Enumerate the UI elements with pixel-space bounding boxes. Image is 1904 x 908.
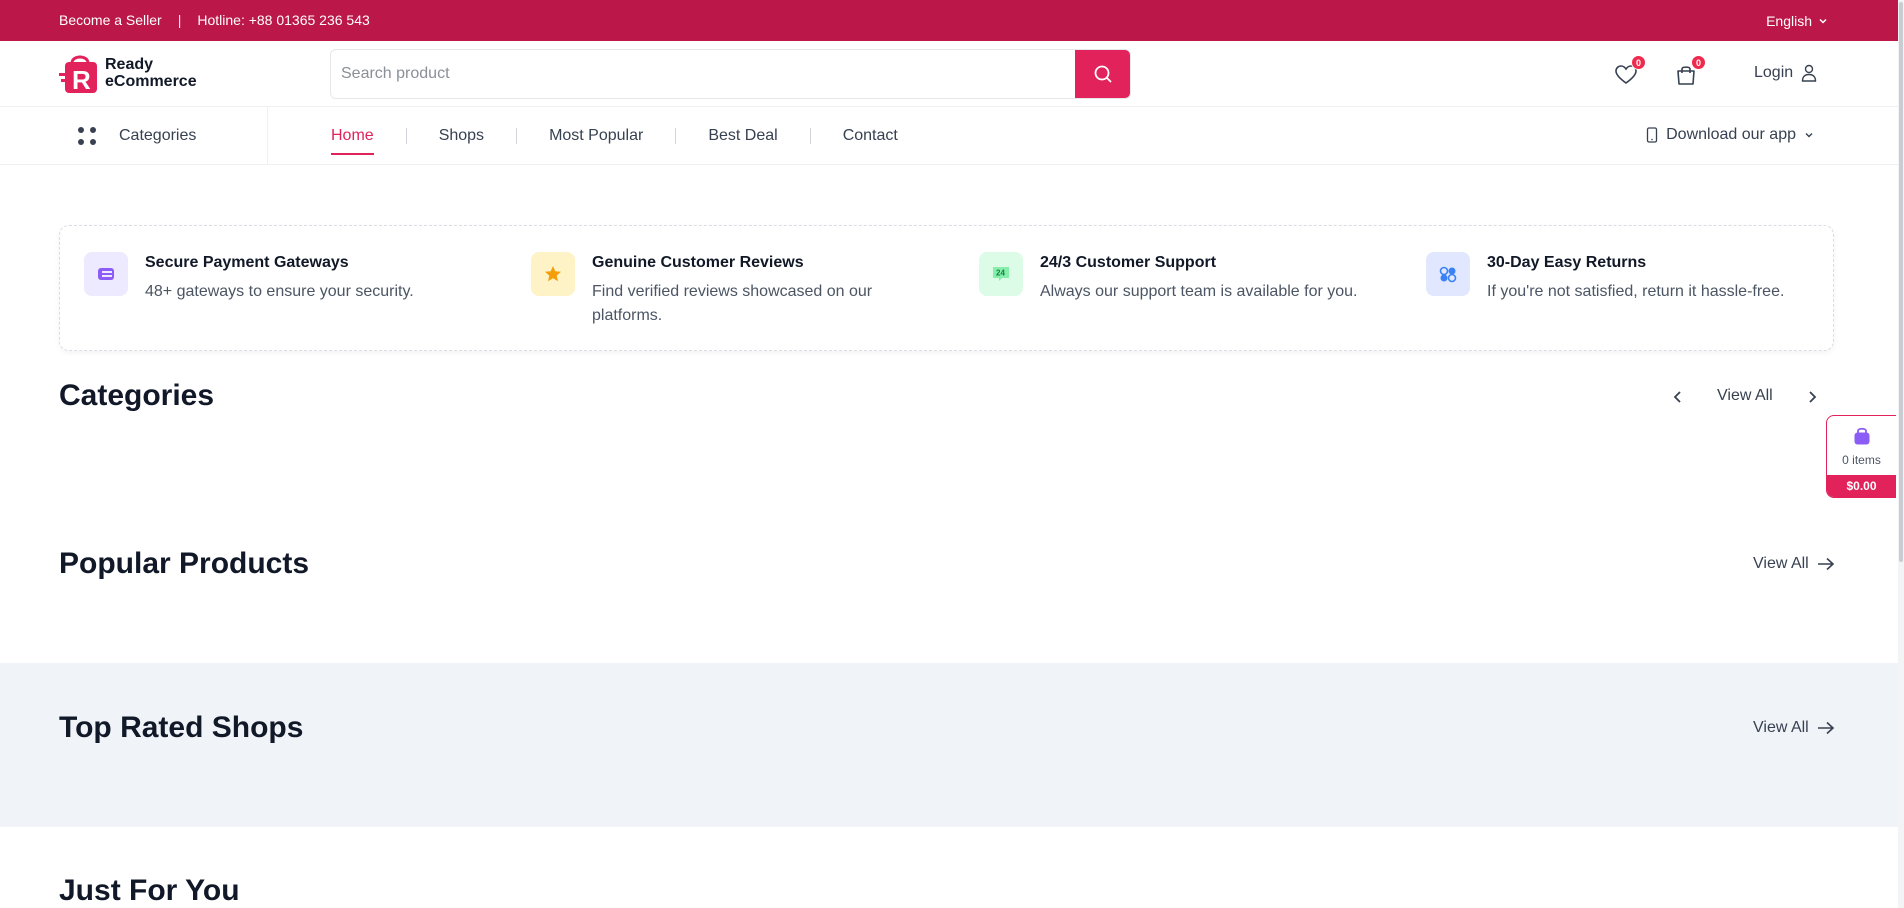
feature-title: Genuine Customer Reviews [592, 254, 804, 271]
download-app-button[interactable]: Download our app [1646, 126, 1814, 144]
feature-item: 30-Day Easy Returns If you're not satisf… [1426, 252, 1847, 304]
search-button[interactable] [1075, 50, 1130, 98]
categories-view-all-link[interactable]: View All [1717, 387, 1773, 405]
returns-icon [1426, 252, 1470, 296]
view-all-label: View All [1717, 387, 1773, 404]
download-app-label: Download our app [1666, 126, 1796, 143]
svg-text:24: 24 [996, 269, 1005, 278]
star-icon [531, 252, 575, 296]
categories-prev-button[interactable] [1668, 387, 1688, 407]
nav-item-contact[interactable]: Contact [843, 127, 898, 145]
nav-item-most-popular[interactable]: Most Popular [549, 127, 643, 145]
logo-line2: eCommerce [105, 73, 197, 90]
grid-dots-icon [78, 126, 96, 145]
feature-desc: Find verified reviews showcased on our p… [592, 283, 873, 324]
feature-desc: 48+ gateways to ensure your security. [145, 283, 414, 300]
floating-cart-count: 0 items [1842, 453, 1881, 467]
language-label: English [1766, 13, 1812, 29]
feature-item: Genuine Customer Reviews Find verified r… [531, 252, 912, 328]
feature-item: 24 24/3 Customer Support Always our supp… [979, 252, 1400, 304]
top-bar: Become a Seller | Hotline: +88 01365 236… [0, 0, 1898, 41]
categories-menu-button[interactable]: Categories [0, 107, 268, 164]
feature-desc: If you're not satisfied, return it hassl… [1487, 283, 1785, 300]
chevron-right-icon [1809, 391, 1817, 403]
wishlist-count-badge: 0 [1631, 55, 1646, 70]
chevron-down-icon [1805, 133, 1813, 138]
view-all-label: View All [1753, 719, 1809, 736]
search-bar [330, 49, 1131, 99]
support-24-icon: 24 [979, 252, 1023, 296]
feature-title: 30-Day Easy Returns [1487, 254, 1647, 271]
nav-divider [809, 127, 811, 144]
user-icon [1801, 64, 1817, 82]
nav-divider [405, 127, 407, 144]
search-icon [1094, 65, 1112, 83]
feature-desc: Always our support team is available for… [1040, 283, 1358, 300]
page-scrollbar[interactable] [1898, 0, 1904, 908]
nav-item-best-deal[interactable]: Best Deal [708, 127, 777, 145]
logo-bag-icon: R [59, 51, 101, 95]
svg-text:R: R [72, 65, 91, 95]
payment-card-icon [84, 252, 128, 296]
feature-title: 24/3 Customer Support [1040, 254, 1217, 271]
logo-line1: Ready [105, 56, 154, 73]
cart-count-badge: 0 [1691, 55, 1706, 70]
nav-menu: Home Shops Most Popular Best Deal Contac… [331, 107, 898, 164]
scrollbar-thumb[interactable] [1899, 2, 1903, 562]
just-for-you-title: Just For You [59, 874, 240, 907]
floating-cart-total: $0.00 [1827, 475, 1896, 497]
nav-item-home[interactable]: Home [331, 127, 374, 155]
categories-next-button[interactable] [1802, 387, 1822, 407]
login-button[interactable]: Login [1754, 64, 1817, 82]
cart-button[interactable]: 0 [1674, 55, 1706, 89]
feature-title: Secure Payment Gateways [145, 254, 349, 271]
logo[interactable]: R Ready eCommerce [59, 51, 197, 95]
nav-divider [675, 127, 677, 144]
become-seller-link[interactable]: Become a Seller [59, 12, 162, 28]
logo-text: Ready eCommerce [105, 56, 197, 90]
chevron-down-icon [1819, 18, 1827, 24]
main-nav: Categories Home Shops Most Popular Best … [0, 107, 1898, 165]
topbar-separator: | [177, 12, 182, 28]
chevron-left-icon [1673, 391, 1681, 403]
popular-view-all-link[interactable]: View All [1753, 555, 1835, 573]
header: R Ready eCommerce 0 0 Login [0, 41, 1898, 107]
view-all-label: View All [1753, 555, 1809, 572]
shops-view-all-link[interactable]: View All [1753, 719, 1835, 737]
features-strip: Secure Payment Gateways 48+ gateways to … [59, 225, 1834, 351]
mobile-phone-icon [1646, 127, 1658, 143]
shopping-bag-icon [1854, 427, 1870, 445]
feature-item: Secure Payment Gateways 48+ gateways to … [84, 252, 465, 304]
login-label: Login [1754, 64, 1794, 81]
floating-cart-widget[interactable]: 0 items $0.00 [1826, 415, 1896, 498]
wishlist-button[interactable]: 0 [1614, 55, 1646, 89]
top-rated-shops-section [0, 663, 1898, 827]
hotline-text: Hotline: +88 01365 236 543 [197, 12, 370, 28]
top-rated-shops-title: Top Rated Shops [59, 711, 304, 744]
arrow-right-icon [1817, 557, 1834, 571]
categories-menu-label: Categories [119, 126, 197, 144]
nav-divider [516, 127, 518, 144]
nav-item-shops[interactable]: Shops [439, 127, 484, 145]
arrow-right-icon [1817, 721, 1834, 735]
language-selector[interactable]: English [1766, 13, 1828, 29]
search-input[interactable] [331, 50, 1075, 98]
popular-products-title: Popular Products [59, 547, 310, 580]
categories-section-title: Categories [59, 379, 215, 412]
